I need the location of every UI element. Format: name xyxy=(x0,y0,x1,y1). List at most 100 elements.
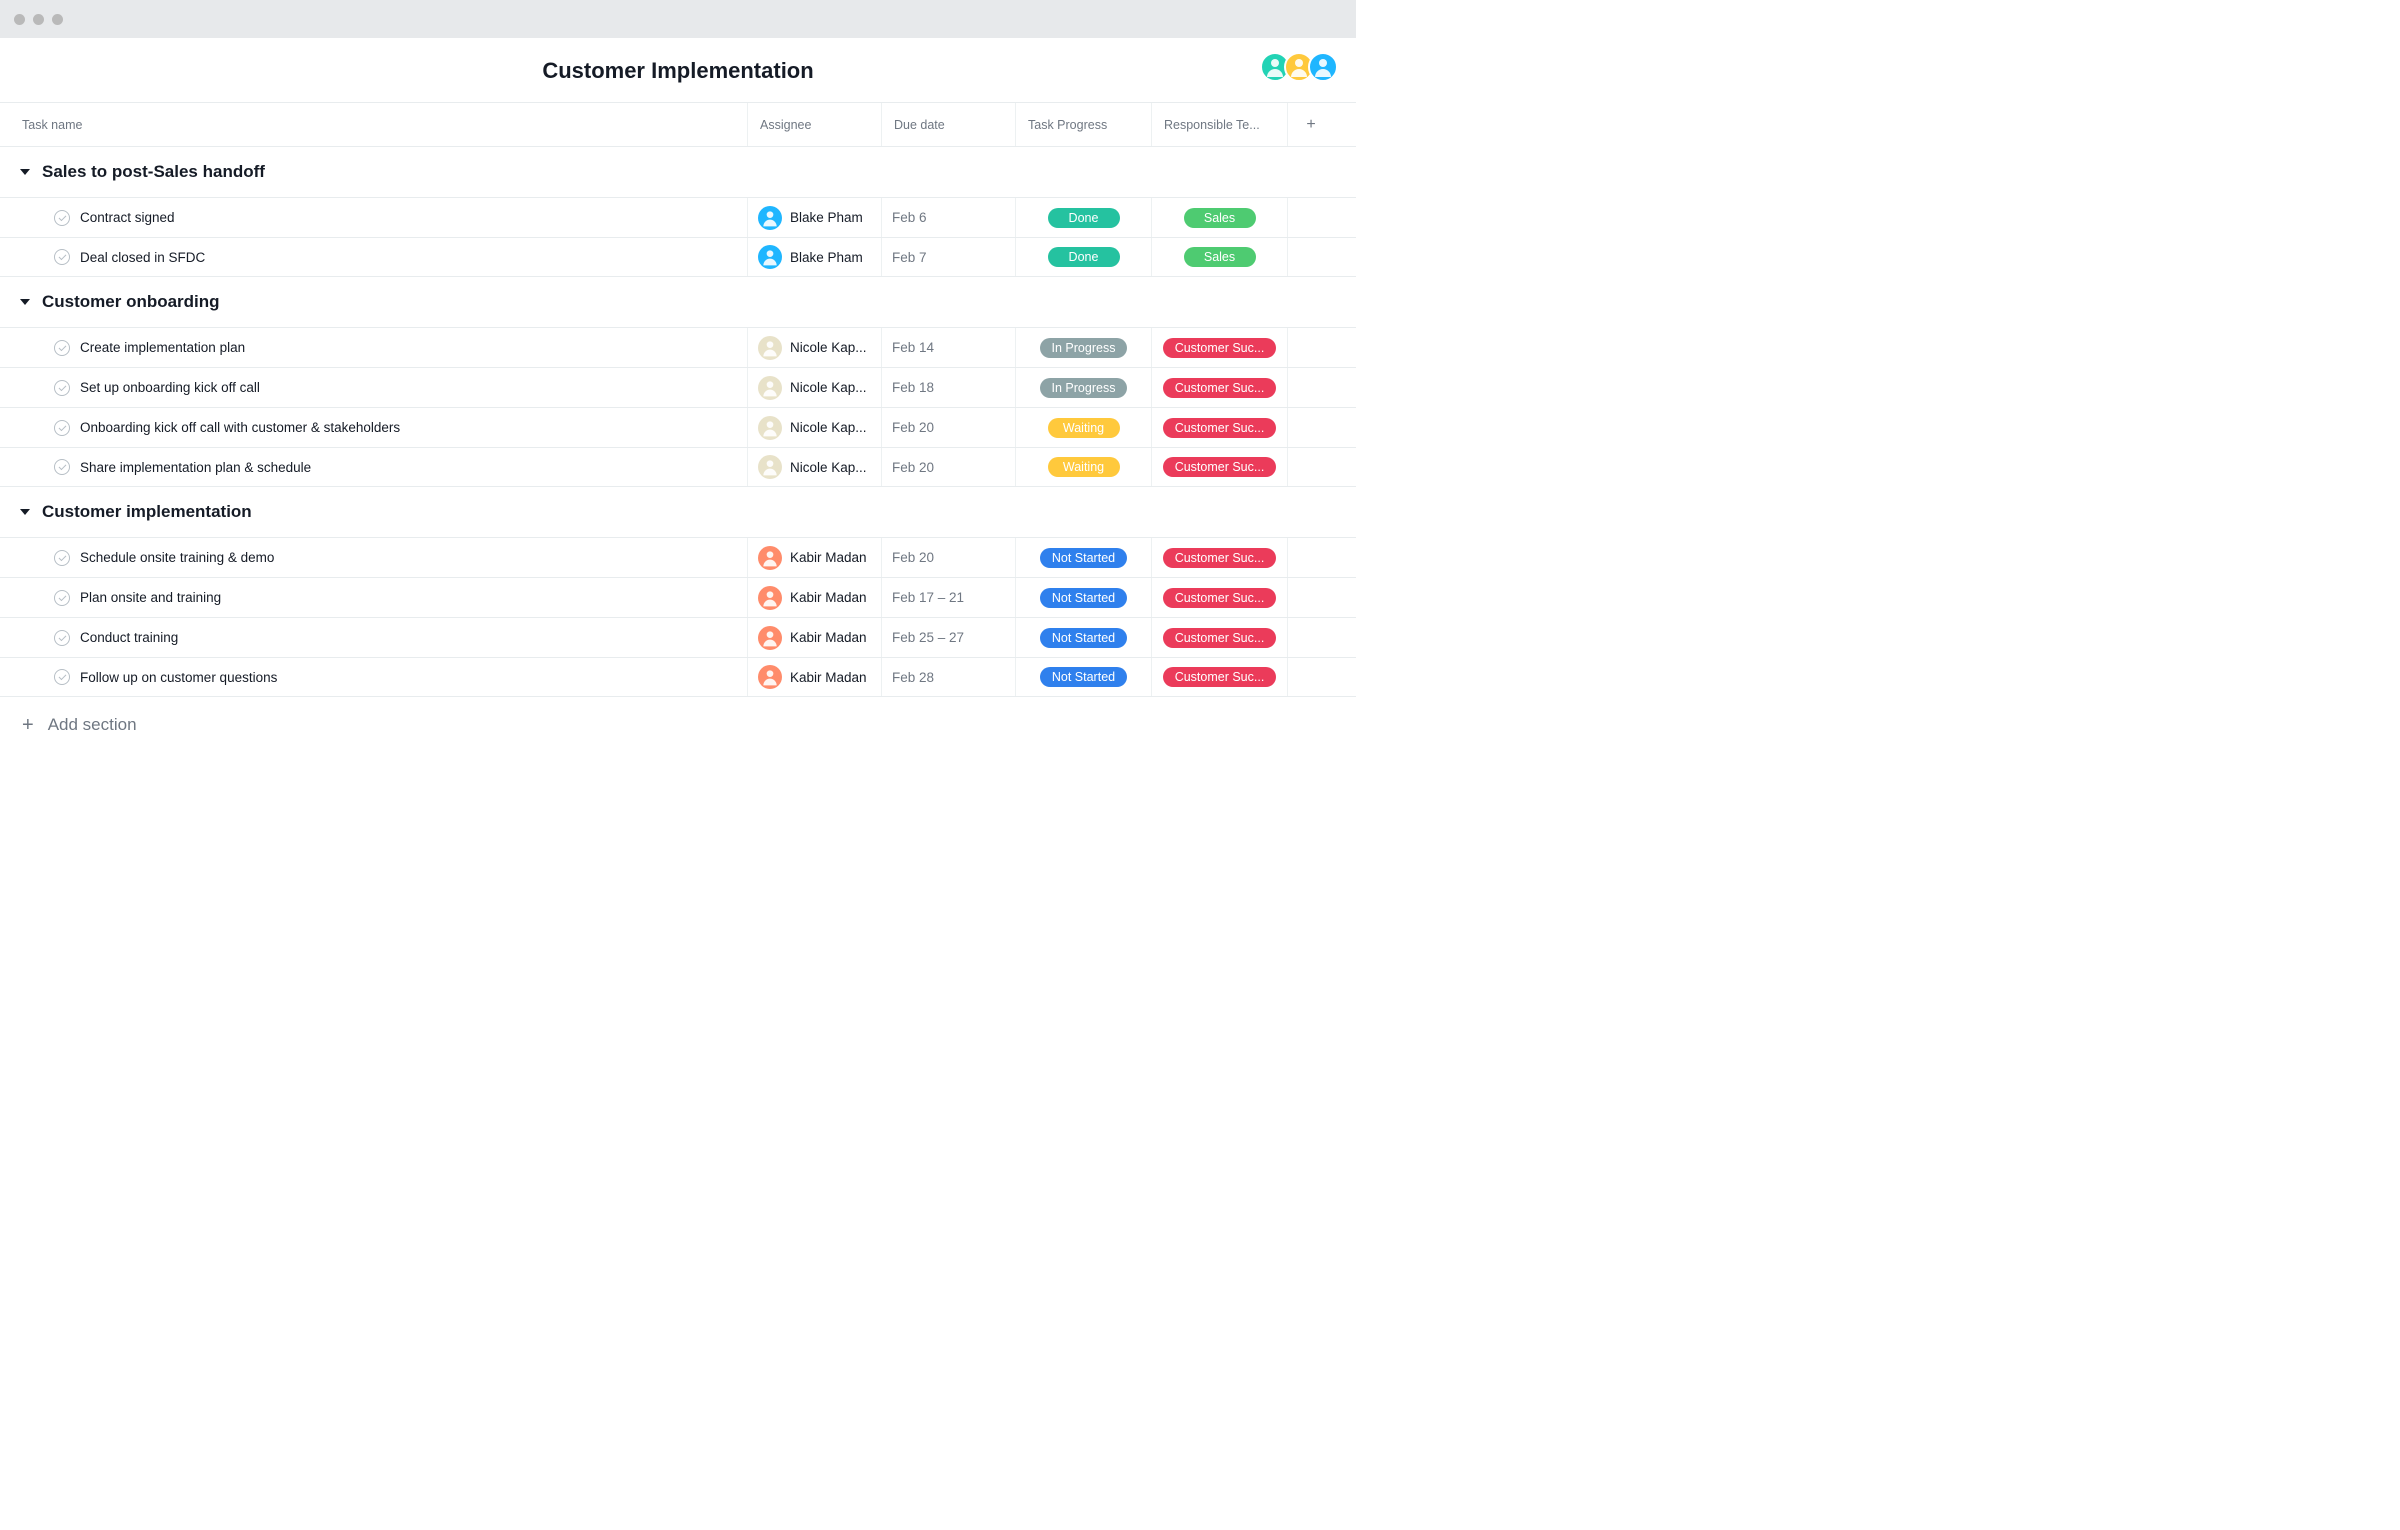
avatar xyxy=(758,665,782,689)
due-date-cell[interactable]: Feb 6 xyxy=(882,198,1016,237)
add-section-label: Add section xyxy=(48,715,137,735)
due-date-cell[interactable]: Feb 28 xyxy=(882,658,1016,696)
assignee-name: Nicole Kap... xyxy=(790,340,867,355)
team-pill[interactable]: Customer Suc... xyxy=(1163,418,1277,438)
column-assignee[interactable]: Assignee xyxy=(748,103,882,146)
progress-pill[interactable]: Not Started xyxy=(1040,667,1127,687)
team-pill[interactable]: Sales xyxy=(1184,208,1256,228)
column-task-name[interactable]: Task name xyxy=(0,103,748,146)
complete-check-icon[interactable] xyxy=(54,249,70,265)
project-title: Customer Implementation xyxy=(0,58,1356,84)
complete-check-icon[interactable] xyxy=(54,459,70,475)
team-pill[interactable]: Customer Suc... xyxy=(1163,457,1277,477)
progress-pill[interactable]: In Progress xyxy=(1040,378,1128,398)
plus-icon: + xyxy=(1306,116,1315,134)
section-header[interactable]: Sales to post-Sales handoff xyxy=(0,147,1356,197)
complete-check-icon[interactable] xyxy=(54,550,70,566)
task-name-text: Set up onboarding kick off call xyxy=(80,380,260,395)
due-date-cell[interactable]: Feb 7 xyxy=(882,238,1016,276)
due-date-cell[interactable]: Feb 20 xyxy=(882,448,1016,486)
assignee-name: Kabir Madan xyxy=(790,550,867,565)
assignee-name: Blake Pham xyxy=(790,250,863,265)
section-title: Customer implementation xyxy=(42,502,252,522)
progress-pill[interactable]: Waiting xyxy=(1048,418,1120,438)
task-name-text: Plan onsite and training xyxy=(80,590,221,605)
task-name-text: Follow up on customer questions xyxy=(80,670,277,685)
assignee-name: Nicole Kap... xyxy=(790,420,867,435)
progress-pill[interactable]: Done xyxy=(1048,247,1120,267)
task-row[interactable]: Conduct trainingKabir MadanFeb 25 – 27No… xyxy=(0,617,1356,657)
column-header-row: Task name Assignee Due date Task Progres… xyxy=(0,103,1356,147)
team-pill[interactable]: Customer Suc... xyxy=(1163,338,1277,358)
progress-pill[interactable]: Waiting xyxy=(1048,457,1120,477)
team-pill[interactable]: Customer Suc... xyxy=(1163,667,1277,687)
task-row[interactable]: Deal closed in SFDC Blake Pham Feb 7 Done Sa… xyxy=(0,237,1356,277)
complete-check-icon[interactable] xyxy=(54,340,70,356)
avatar xyxy=(758,626,782,650)
task-name-text: Conduct training xyxy=(80,630,178,645)
team-pill[interactable]: Customer Suc... xyxy=(1163,628,1277,648)
assignee-name: Nicole Kap... xyxy=(790,460,867,475)
app-window: Customer Implementation Task name Assign… xyxy=(0,0,1356,753)
complete-check-icon[interactable] xyxy=(54,630,70,646)
complete-check-icon[interactable] xyxy=(54,420,70,436)
team-pill[interactable]: Customer Suc... xyxy=(1163,588,1277,608)
task-row[interactable]: Schedule onsite training & demo Kabir Mad… xyxy=(0,537,1356,577)
avatar xyxy=(758,586,782,610)
task-name-text: Schedule onsite training & demo xyxy=(80,550,274,565)
due-date-cell[interactable]: Feb 18 xyxy=(882,368,1016,407)
section-header[interactable]: Customer onboarding xyxy=(0,277,1356,327)
task-row[interactable]: Create implementation planNicole Kap...F… xyxy=(0,327,1356,367)
add-column-button[interactable]: + xyxy=(1288,103,1334,146)
due-date-cell[interactable]: Feb 14 xyxy=(882,328,1016,367)
task-row[interactable]: Set up onboarding kick off call Nicole Ka… xyxy=(0,367,1356,407)
assignee-name: Nicole Kap... xyxy=(790,380,867,395)
avatar xyxy=(758,455,782,479)
section-header[interactable]: Customer implementation xyxy=(0,487,1356,537)
avatar xyxy=(758,245,782,269)
window-maximize-dot[interactable] xyxy=(52,14,63,25)
due-date-cell[interactable]: Feb 25 – 27 xyxy=(882,618,1016,657)
team-pill[interactable]: Sales xyxy=(1184,247,1256,267)
avatar xyxy=(758,336,782,360)
task-row[interactable]: Onboarding kick off call with customer &… xyxy=(0,407,1356,447)
task-name-text: Deal closed in SFDC xyxy=(80,250,205,265)
due-date-cell[interactable]: Feb 20 xyxy=(882,408,1016,447)
assignee-name: Kabir Madan xyxy=(790,590,867,605)
assignee-name: Kabir Madan xyxy=(790,670,867,685)
window-minimize-dot[interactable] xyxy=(33,14,44,25)
column-responsible-team[interactable]: Responsible Te... xyxy=(1152,103,1288,146)
due-date-cell[interactable]: Feb 20 xyxy=(882,538,1016,577)
team-pill[interactable]: Customer Suc... xyxy=(1163,378,1277,398)
add-section-button[interactable]: + Add section xyxy=(0,697,1356,753)
avatar xyxy=(758,206,782,230)
due-date-cell[interactable]: Feb 17 – 21 xyxy=(882,578,1016,617)
team-pill[interactable]: Customer Suc... xyxy=(1163,548,1277,568)
collaborator-avatars xyxy=(1266,52,1338,82)
progress-pill[interactable]: Not Started xyxy=(1040,548,1127,568)
avatar xyxy=(758,416,782,440)
assignee-name: Blake Pham xyxy=(790,210,863,225)
complete-check-icon[interactable] xyxy=(54,380,70,396)
complete-check-icon[interactable] xyxy=(54,210,70,226)
task-row[interactable]: Contract signedBlake PhamFeb 6DoneSales xyxy=(0,197,1356,237)
task-row[interactable]: Share implementation plan & scheduleNico… xyxy=(0,447,1356,487)
section-title: Customer onboarding xyxy=(42,292,220,312)
project-header: Customer Implementation xyxy=(0,38,1356,103)
caret-down-icon xyxy=(20,169,30,175)
progress-pill[interactable]: Done xyxy=(1048,208,1120,228)
progress-pill[interactable]: Not Started xyxy=(1040,588,1127,608)
column-task-progress[interactable]: Task Progress xyxy=(1016,103,1152,146)
progress-pill[interactable]: In Progress xyxy=(1040,338,1128,358)
avatar xyxy=(758,376,782,400)
complete-check-icon[interactable] xyxy=(54,669,70,685)
column-due-date[interactable]: Due date xyxy=(882,103,1016,146)
complete-check-icon[interactable] xyxy=(54,590,70,606)
window-close-dot[interactable] xyxy=(14,14,25,25)
task-row[interactable]: Plan onsite and training Kabir Madan Feb 1… xyxy=(0,577,1356,617)
avatar[interactable] xyxy=(1308,52,1338,82)
plus-icon: + xyxy=(22,715,34,735)
progress-pill[interactable]: Not Started xyxy=(1040,628,1127,648)
section-title: Sales to post-Sales handoff xyxy=(42,162,265,182)
task-row[interactable]: Follow up on customer questions Kabir Mad… xyxy=(0,657,1356,697)
